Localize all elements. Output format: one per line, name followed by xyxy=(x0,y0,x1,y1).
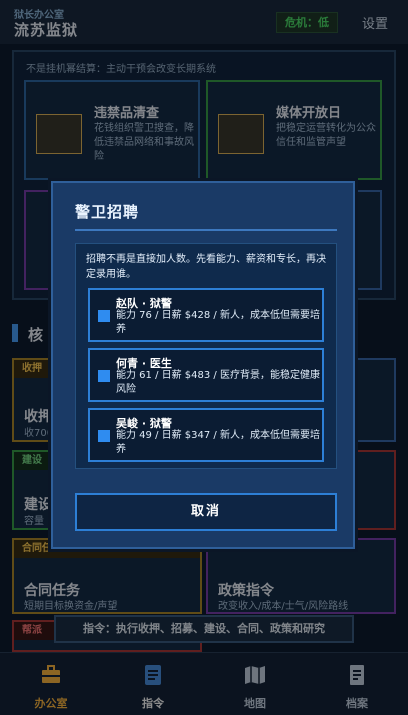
title-divider xyxy=(75,229,337,231)
candidate-card[interactable]: 吴峻 · 狱警 能力 49 / 日薪 $347 / 新人，成本低但需要培养 xyxy=(88,408,324,462)
select-checkbox[interactable] xyxy=(98,430,110,442)
candidate-card[interactable]: 何青 · 医生 能力 61 / 日薪 $483 / 医疗背景，能稳定健康风险 xyxy=(88,348,324,402)
dialog-title: 警卫招聘 xyxy=(75,203,140,221)
candidate-card[interactable]: 赵队 · 狱警 能力 76 / 日薪 $428 / 新人，成本低但需要培养 xyxy=(88,288,324,342)
guard-recruit-dialog: 警卫招聘 招聘不再是直接加人数。先看能力、薪资和专长，再决定录用谁。 赵队 · … xyxy=(48,178,358,552)
candidate-panel: 招聘不再是直接加人数。先看能力、薪资和专长，再决定录用谁。 赵队 · 狱警 能力… xyxy=(75,243,337,469)
candidate-desc: 能力 49 / 日薪 $347 / 新人，成本低但需要培养 xyxy=(116,430,320,455)
recruit-intro: 招聘不再是直接加人数。先看能力、薪资和专长，再决定录用谁。 xyxy=(86,254,326,280)
select-checkbox[interactable] xyxy=(98,310,110,322)
candidate-desc: 能力 61 / 日薪 $483 / 医疗背景，能稳定健康风险 xyxy=(116,370,320,395)
cancel-button[interactable]: 取消 xyxy=(75,493,337,531)
select-checkbox[interactable] xyxy=(98,370,110,382)
candidate-desc: 能力 76 / 日薪 $428 / 新人，成本低但需要培养 xyxy=(116,310,320,335)
